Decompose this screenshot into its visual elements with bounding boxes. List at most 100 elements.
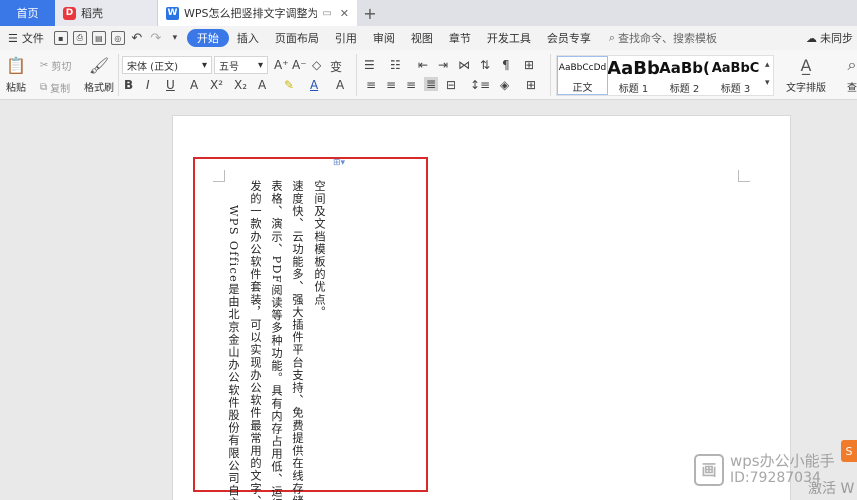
tab-daoke[interactable]: D 稻壳 xyxy=(55,0,158,26)
chevron-down-icon: ▾ xyxy=(257,59,263,71)
new-tab-button[interactable]: + xyxy=(357,0,383,26)
style-label: 正文 xyxy=(572,83,593,94)
style-heading-2[interactable]: AaBb( 标题 2 xyxy=(659,56,710,95)
style-preview: AaBbCcDd xyxy=(558,63,607,73)
chevron-down-icon[interactable]: ▾ xyxy=(168,31,182,45)
tab-bar: 首页 D 稻壳 W WPS怎么把竖排文字调整为横排 ▭ ✕ + xyxy=(0,0,857,26)
side-assistant-icon[interactable]: S xyxy=(841,440,857,462)
style-preview: AaBb xyxy=(608,57,659,79)
vertical-text-line: 发的一款办公软件套装，可以实现办公软件最常用的文字、 xyxy=(249,180,262,500)
paste-button[interactable]: 📋 粘贴 xyxy=(6,54,26,95)
table-style-icon[interactable]: ⊞ xyxy=(524,58,534,72)
chevron-down-icon: ▾ xyxy=(201,59,207,71)
text-box-layout-handle-icon[interactable]: ⊞▾ xyxy=(333,158,345,168)
menu-item-chapter[interactable]: 章节 xyxy=(441,29,479,47)
char-border-icon[interactable]: A xyxy=(336,78,344,92)
print-preview-icon[interactable]: ◎ xyxy=(110,31,125,45)
menu-item-page-layout[interactable]: 页面布局 xyxy=(267,29,327,47)
text-effect-icon[interactable]: A xyxy=(258,78,266,92)
styles-scroll-down-icon[interactable]: ▾ xyxy=(765,78,770,88)
strikethrough-icon[interactable]: A xyxy=(190,78,198,92)
style-preview: AaBb( xyxy=(659,59,710,77)
copy-icon: ⧉ xyxy=(40,82,48,93)
highlight-icon[interactable]: ✎ xyxy=(284,78,294,92)
menu-item-insert[interactable]: 插入 xyxy=(229,29,267,47)
subscript-icon[interactable]: X₂ xyxy=(234,78,247,92)
hamburger-icon: ☰ xyxy=(8,31,18,45)
find-label: 查 xyxy=(847,83,857,94)
style-label: 标题 3 xyxy=(720,84,751,95)
borders-icon[interactable]: ⊞ xyxy=(526,78,536,92)
text-layout-button[interactable]: A̲ 文字排版 xyxy=(786,54,826,95)
tab-daoke-label: 稻壳 xyxy=(81,7,103,20)
font-color-icon[interactable]: A xyxy=(310,78,318,92)
style-normal[interactable]: AaBbCcDd 正文 xyxy=(557,56,608,95)
align-center-icon[interactable]: ≡ xyxy=(386,78,396,92)
tab-document[interactable]: W WPS怎么把竖排文字调整为横排 ▭ ✕ xyxy=(158,0,357,26)
superscript-icon[interactable]: X² xyxy=(210,78,223,92)
style-label: 标题 1 xyxy=(618,84,649,95)
print-icon[interactable]: ▤ xyxy=(91,31,106,45)
menu-item-references[interactable]: 引用 xyxy=(327,29,365,47)
tab-home[interactable]: 首页 xyxy=(0,0,55,26)
style-heading-1[interactable]: AaBb 标题 1 xyxy=(608,56,659,96)
daoke-logo-icon: D xyxy=(63,6,76,20)
clear-format-icon[interactable]: ◇ xyxy=(312,58,321,72)
distributed-icon[interactable]: ⊟ xyxy=(446,78,456,92)
copy-label: 复制 xyxy=(50,84,71,95)
bullet-list-icon[interactable]: ☰ xyxy=(364,58,375,72)
menu-item-member[interactable]: 会员专享 xyxy=(539,29,599,47)
menu-item-view[interactable]: 视图 xyxy=(403,29,441,47)
style-heading-3[interactable]: AaBbC 标题 3 xyxy=(710,56,761,96)
copy-button[interactable]: ⧉ 复制 xyxy=(40,80,70,95)
style-label: 标题 2 xyxy=(669,84,700,95)
menu-label: 开始 xyxy=(196,32,219,45)
menu-item-review[interactable]: 审阅 xyxy=(365,29,403,47)
phonetic-icon[interactable]: 变 xyxy=(330,58,342,75)
font-size-select[interactable]: 五号 ▾ xyxy=(214,56,268,74)
cut-button[interactable]: ✂ 剪切 xyxy=(40,58,71,73)
align-left-icon[interactable]: ≡ xyxy=(366,78,376,92)
numbered-list-icon[interactable]: ☷ xyxy=(390,58,401,72)
chinese-layout-icon[interactable]: ⋈ xyxy=(458,58,470,72)
shrink-font-icon[interactable]: A⁻ xyxy=(292,58,307,72)
command-search-placeholder: 查找命令、搜索模板 xyxy=(618,32,718,45)
file-menu[interactable]: ☰ 文件 xyxy=(8,30,44,46)
close-tab-icon[interactable]: ✕ xyxy=(340,7,349,20)
justify-icon[interactable]: ≣ xyxy=(424,77,439,91)
sort-icon[interactable]: ⇅ xyxy=(480,58,490,72)
format-painter-button[interactable]: 🖌 格式刷 xyxy=(84,54,114,95)
command-search[interactable]: ⌕ 查找命令、搜索模板 xyxy=(609,30,717,46)
find-replace-button[interactable]: ⌕ 查 xyxy=(842,54,857,94)
line-spacing-icon[interactable]: ↕≡ xyxy=(470,78,490,92)
watermark-name: wps办公小能手 xyxy=(730,452,835,470)
ribbon: 📋 粘贴 ✂ 剪切 ⧉ 复制 🖌 格式刷 宋体 (正文) ▾ 五号 ▾ A⁺ A⁻ … xyxy=(0,50,857,100)
monitor-icon[interactable]: ▭ xyxy=(322,8,331,19)
increase-indent-icon[interactable]: ⇥ xyxy=(438,58,448,72)
align-right-icon[interactable]: ≡ xyxy=(406,78,416,92)
undo-icon[interactable]: ↶ xyxy=(130,31,144,46)
save-icon[interactable]: ▪ xyxy=(53,31,68,45)
separator xyxy=(550,54,551,96)
menu-label: 会员专享 xyxy=(546,32,591,45)
decrease-indent-icon[interactable]: ⇤ xyxy=(418,58,428,72)
grow-font-icon[interactable]: A⁺ xyxy=(274,58,289,72)
font-name-select[interactable]: 宋体 (正文) ▾ xyxy=(122,56,212,74)
shading-icon[interactable]: ◈ xyxy=(500,78,509,92)
export-icon[interactable]: ⎙ xyxy=(72,31,87,45)
menu-label: 插入 xyxy=(236,32,259,45)
find-icon: ⌕ xyxy=(847,55,857,74)
styles-scroll-up-icon[interactable]: ▴ xyxy=(765,60,770,70)
margin-corner-mark xyxy=(738,170,750,182)
bold-icon[interactable]: B xyxy=(124,78,133,92)
menu-item-developer[interactable]: 开发工具 xyxy=(479,29,539,47)
show-marks-icon[interactable]: ¶ xyxy=(502,58,510,72)
styles-gallery: AaBbCcDd 正文 AaBb 标题 1 AaBb( 标题 2 AaBbC 标… xyxy=(556,55,774,96)
sync-status[interactable]: ☁ 未同步 xyxy=(806,26,857,50)
text-layout-label: 文字排版 xyxy=(786,83,826,94)
redo-icon[interactable]: ↷ xyxy=(149,31,163,46)
underline-icon[interactable]: U xyxy=(166,78,175,92)
clipboard-icon: 📋 xyxy=(6,55,26,75)
italic-icon[interactable]: I xyxy=(146,78,150,92)
menu-item-start[interactable]: 开始 xyxy=(186,29,229,47)
